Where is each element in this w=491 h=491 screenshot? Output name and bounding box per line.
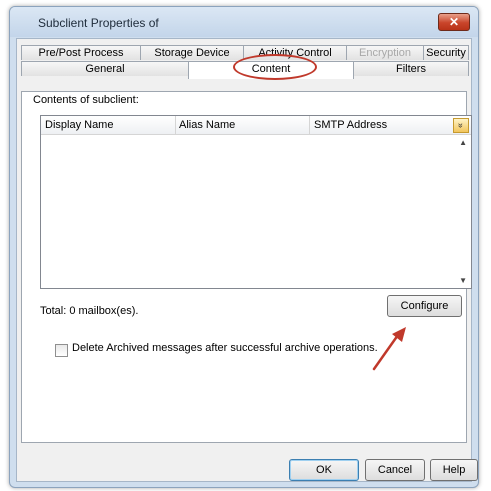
tab-activity-control[interactable]: Activity Control (243, 45, 347, 60)
close-icon: ✕ (448, 15, 460, 29)
column-separator (175, 116, 176, 134)
tab-storage-device[interactable]: Storage Device (140, 45, 244, 60)
column-display-name[interactable]: Display Name (45, 119, 113, 131)
mailbox-total-count: Total: 0 mailbox(es). (40, 305, 139, 317)
cancel-button[interactable]: Cancel (365, 459, 425, 481)
delete-archived-label[interactable]: Delete Archived messages after successfu… (72, 342, 378, 354)
list-header: Display Name Alias Name SMTP Address » (41, 116, 471, 135)
section-label: Contents of subclient: (33, 94, 139, 106)
mailbox-list[interactable]: Display Name Alias Name SMTP Address » ▲… (40, 115, 472, 289)
tab-security[interactable]: Security (423, 45, 469, 60)
tab-encryption: Encryption (346, 45, 424, 60)
tab-filters[interactable]: Filters (353, 61, 469, 76)
tab-pre-post-process[interactable]: Pre/Post Process (21, 45, 141, 60)
column-alias-name[interactable]: Alias Name (179, 119, 235, 131)
tab-row-front: General Content Filters (21, 61, 469, 92)
help-button[interactable]: Help (430, 459, 478, 481)
delete-archived-checkbox[interactable] (55, 344, 68, 357)
scroll-up-arrow-icon[interactable]: ▲ (459, 138, 467, 147)
chevron-double-down-icon: » (456, 122, 467, 129)
window-title: Subclient Properties of (38, 16, 159, 30)
title-bar[interactable]: Subclient Properties of ✕ (10, 7, 478, 37)
column-chooser-button[interactable]: » (453, 118, 469, 133)
tab-row-back: Pre/Post Process Storage Device Activity… (21, 45, 469, 61)
ok-button[interactable]: OK (289, 459, 359, 481)
configure-button[interactable]: Configure (387, 295, 462, 317)
column-smtp-address[interactable]: SMTP Address (314, 119, 387, 131)
close-button[interactable]: ✕ (438, 13, 470, 31)
tab-general[interactable]: General (21, 61, 189, 76)
tab-content[interactable]: Content (188, 61, 354, 79)
scroll-down-arrow-icon[interactable]: ▼ (459, 276, 467, 285)
subclient-properties-dialog: Subclient Properties of ✕ Pre/Post Proce… (9, 6, 479, 488)
column-separator (309, 116, 310, 134)
